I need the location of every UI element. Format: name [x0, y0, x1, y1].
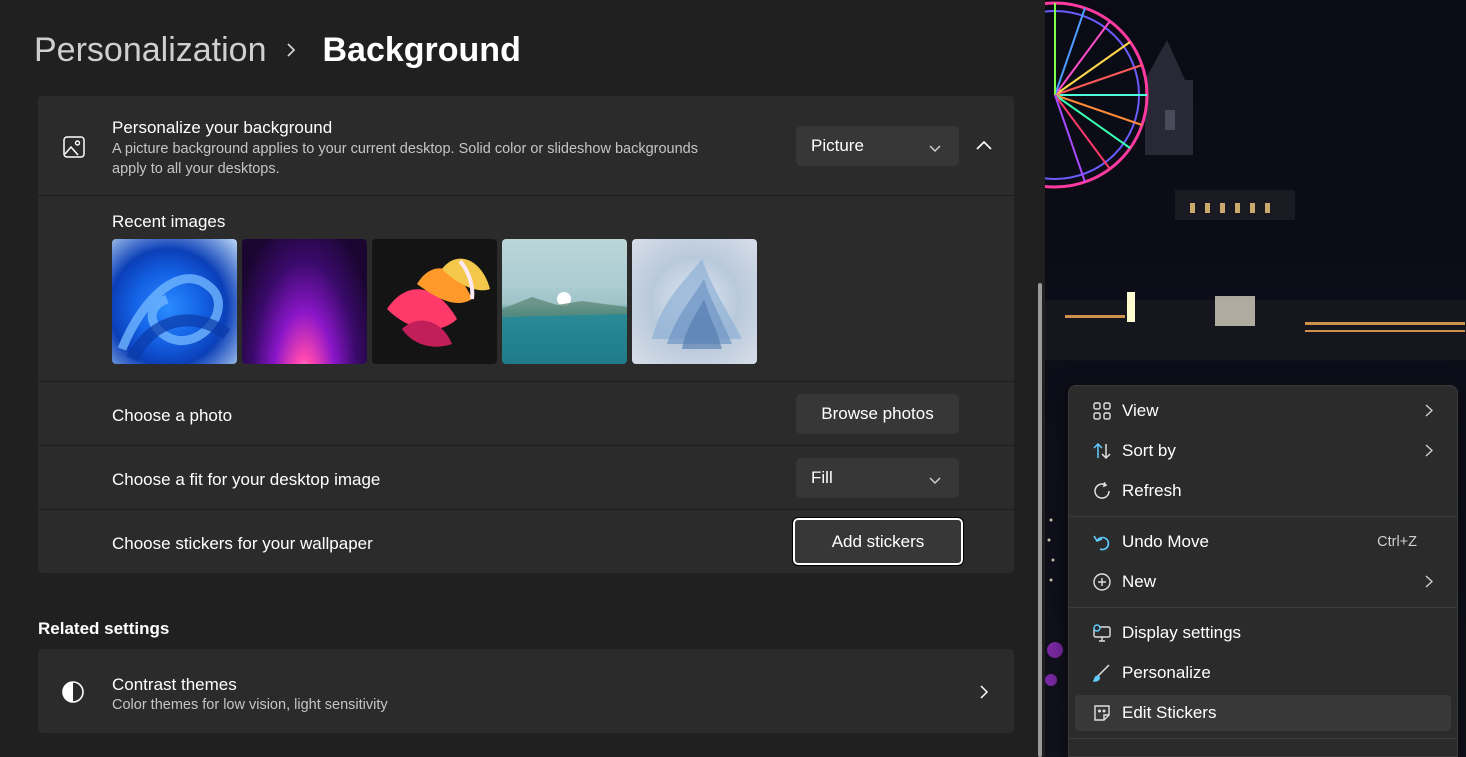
menu-item-view[interactable]: View: [1075, 393, 1451, 429]
menu-item-label: Personalize: [1122, 663, 1211, 682]
breadcrumb: Personalization Background: [34, 28, 521, 72]
menu-item-label: New: [1122, 572, 1157, 591]
personalize-background-row[interactable]: Personalize your background A picture ba…: [38, 96, 1014, 195]
contrast-icon: [61, 680, 85, 709]
menu-item-label: Sort by: [1122, 441, 1176, 460]
background-type-dropdown[interactable]: Picture: [796, 126, 959, 166]
recent-image-thumbnail[interactable]: [112, 239, 237, 364]
brush-icon: [1092, 663, 1112, 683]
menu-item-label: Undo Move: [1122, 532, 1209, 551]
contrast-themes-title: Contrast themes: [112, 675, 237, 694]
sort-icon: [1092, 441, 1112, 461]
contrast-themes-card[interactable]: Contrast themes Color themes for low vis…: [38, 649, 1014, 733]
chevron-down-icon: [929, 471, 941, 491]
picture-icon: [62, 135, 86, 164]
chevron-right-icon: [1425, 444, 1434, 462]
background-type-value: Picture: [811, 136, 864, 155]
menu-item-label: Edit Stickers: [1122, 703, 1217, 722]
menu-separator: [1069, 607, 1457, 608]
fit-dropdown[interactable]: Fill: [796, 458, 959, 498]
choose-photo-row: Choose a photo Browse photos: [38, 381, 1014, 445]
chevron-up-icon[interactable]: [976, 138, 992, 156]
menu-item-personalize[interactable]: Personalize: [1075, 655, 1451, 691]
recent-image-thumbnail[interactable]: [372, 239, 497, 364]
menu-item-display-settings[interactable]: Display settings: [1075, 615, 1451, 651]
fit-label: Choose a fit for your desktop image: [112, 470, 381, 489]
chevron-right-icon: [1425, 575, 1434, 593]
settings-window: Personalization Background Personalize y…: [0, 0, 1043, 757]
undo-shortcut: Ctrl+Z: [1377, 534, 1417, 550]
contrast-themes-description: Color themes for low vision, light sensi…: [112, 697, 388, 713]
menu-item-label: Refresh: [1122, 481, 1182, 500]
personalize-description-line2: apply to all your desktops.: [112, 161, 280, 177]
settings-scrollbar[interactable]: [1038, 283, 1042, 757]
recent-image-thumbnail[interactable]: [242, 239, 367, 364]
breadcrumb-personalization[interactable]: Personalization: [34, 31, 266, 70]
menu-item-label: View: [1122, 401, 1159, 420]
chevron-right-icon: [1425, 404, 1434, 422]
undo-icon: [1092, 532, 1112, 552]
recent-image-thumbnail[interactable]: [502, 239, 627, 364]
stickers-label: Choose stickers for your wallpaper: [112, 534, 373, 553]
menu-separator: [1069, 516, 1457, 517]
menu-item-sort-by[interactable]: Sort by: [1075, 433, 1451, 469]
choose-photo-label: Choose a photo: [112, 406, 233, 425]
menu-item-edit-stickers[interactable]: Edit Stickers: [1075, 695, 1451, 731]
recent-image-thumbnail[interactable]: [632, 239, 757, 364]
chevron-right-icon: [979, 684, 989, 705]
sticker-icon: [1092, 703, 1112, 723]
display-settings-icon: [1092, 623, 1112, 643]
grid-icon: [1092, 401, 1112, 421]
personalize-title: Personalize your background: [112, 118, 333, 137]
chevron-down-icon: [929, 139, 941, 159]
browse-photos-button[interactable]: Browse photos: [796, 394, 959, 434]
refresh-icon: [1092, 481, 1112, 501]
add-circle-icon: [1092, 572, 1112, 592]
fit-value: Fill: [811, 468, 833, 487]
recent-images-label: Recent images: [112, 212, 226, 231]
stickers-row: Choose stickers for your wallpaper Add s…: [38, 509, 1014, 573]
menu-item-label: Display settings: [1122, 623, 1242, 642]
related-settings-heading: Related settings: [38, 619, 170, 638]
fit-row: Choose a fit for your desktop image Fill: [38, 445, 1014, 509]
menu-item-new[interactable]: New: [1075, 564, 1451, 600]
menu-separator: [1069, 738, 1457, 739]
personalize-description-line1: A picture background applies to your cur…: [112, 141, 698, 157]
desktop-context-menu: View Sort by Refresh Undo Move Ctrl+Z Ne…: [1068, 385, 1458, 757]
menu-item-refresh[interactable]: Refresh: [1075, 473, 1451, 509]
chevron-right-icon: [286, 42, 296, 58]
page-title: Background: [322, 30, 521, 69]
menu-item-undo-move[interactable]: Undo Move Ctrl+Z: [1075, 524, 1451, 560]
add-stickers-button[interactable]: Add stickers: [792, 517, 964, 566]
